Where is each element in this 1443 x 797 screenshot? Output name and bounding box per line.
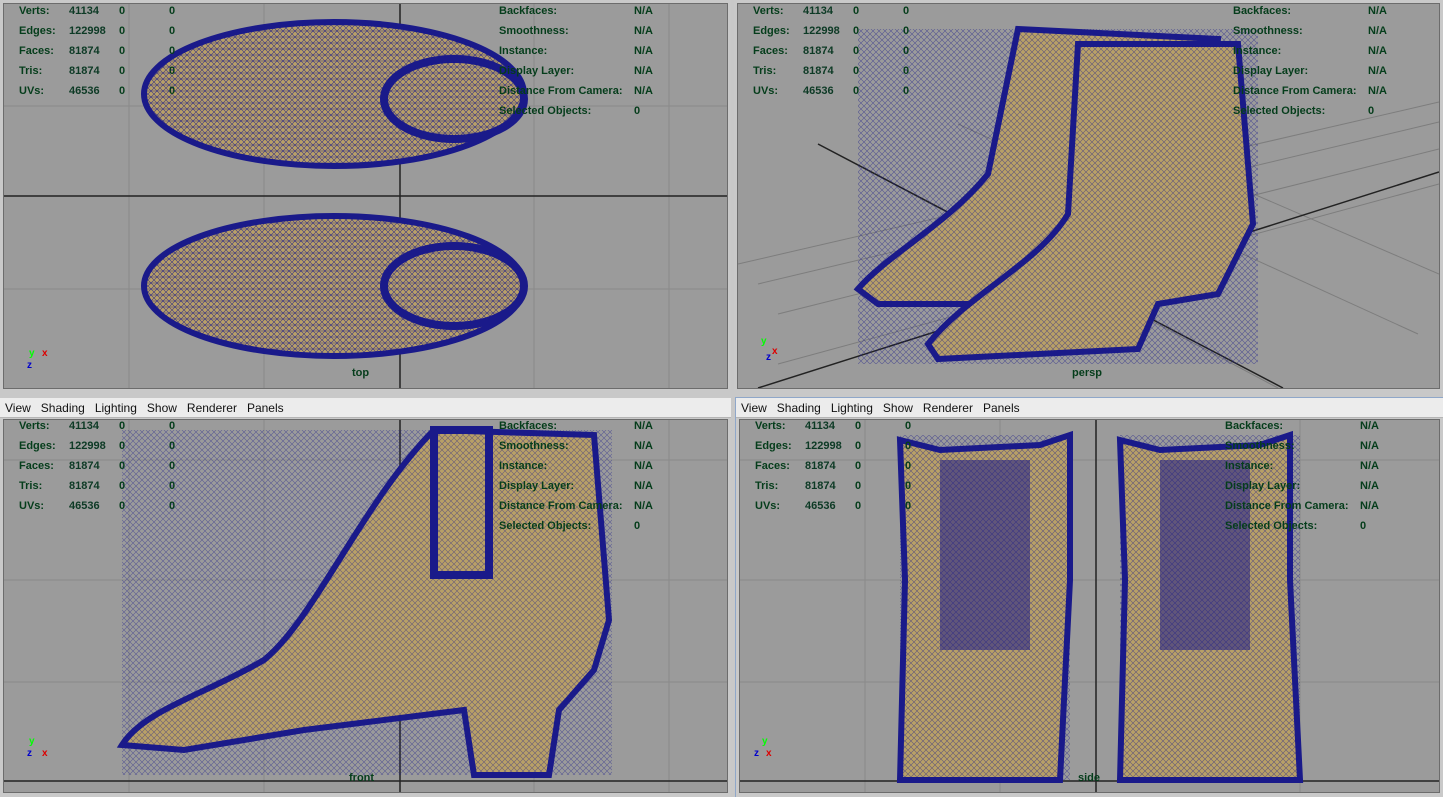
- viewport-panel-persp[interactable]: Verts: 41134 0 0 Edges: 122998 0 0 Faces: 81874…: [734, 0, 1443, 390]
- viewport-front[interactable]: Verts: 41134 0 0 Edges: 122998 0 0 Faces: 81874…: [3, 419, 728, 793]
- camera-label: top: [352, 367, 370, 379]
- camera-label: persp: [1072, 367, 1102, 379]
- menu-shading[interactable]: Shading: [41, 401, 85, 415]
- camera-label: side: [1078, 772, 1101, 784]
- viewport-panel-side[interactable]: View Shading Lighting Show Renderer Pane…: [735, 397, 1443, 797]
- panel-menubar: View Shading Lighting Show Renderer Pane…: [736, 398, 1443, 418]
- menu-panels[interactable]: Panels: [983, 401, 1020, 415]
- menu-shading[interactable]: Shading: [777, 401, 821, 415]
- axis-gizmo: y z x: [27, 736, 48, 759]
- menu-show[interactable]: Show: [147, 401, 177, 415]
- viewport-side[interactable]: Verts: 41134 0 0 Edges: 122998 0 0 Faces: 81874…: [739, 419, 1440, 793]
- hud-info: Backfaces: N/A Smoothness: N/A Instance: N/…: [499, 420, 653, 532]
- menu-renderer[interactable]: Renderer: [923, 401, 973, 415]
- hud-stats: Verts: 41134 0 0 Edges: 122998 0 0 Faces: 81874…: [753, 5, 910, 97]
- axis-gizmo: y z x: [754, 736, 772, 759]
- menu-view[interactable]: View: [741, 401, 767, 415]
- hud-info: Backfaces: N/A Smoothness: N/A Instance: N/…: [1233, 5, 1387, 117]
- axis-gizmo: y x z: [27, 348, 48, 371]
- menu-renderer[interactable]: Renderer: [187, 401, 237, 415]
- axis-gizmo: y x z: [761, 336, 778, 363]
- menu-lighting[interactable]: Lighting: [95, 401, 137, 415]
- viewport-top[interactable]: Verts: 41134 0 0 Edges: 122998 0 0 Faces: 81874…: [3, 3, 728, 389]
- menu-panels[interactable]: Panels: [247, 401, 284, 415]
- menu-show[interactable]: Show: [883, 401, 913, 415]
- hud-stats: Verts: 41134 0 0 Edges: 122998 0 0 Faces: 81874…: [19, 420, 176, 512]
- panel-menubar: View Shading Lighting Show Renderer Pane…: [0, 398, 731, 418]
- camera-label: front: [349, 772, 375, 784]
- boot-mesh-top-lower: [141, 213, 528, 359]
- viewport-panel-top[interactable]: Verts: 41134 0 0 Edges: 122998 0 0 Faces: 81874…: [0, 0, 731, 390]
- viewport-persp[interactable]: Verts: 41134 0 0 Edges: 122998 0 0 Faces: 81874…: [737, 3, 1440, 389]
- hud-stats: Verts: 41134 0 0 Edges: 122998 0 0 Faces: 81874…: [19, 5, 176, 97]
- hud-info: Backfaces: N/A Smoothness: N/A Instance: N/…: [499, 5, 653, 117]
- hud-stats: Verts: 41134 0 0 Edges: 122998 0 0 Faces: 81874…: [755, 420, 912, 512]
- hud-info: Backfaces: N/A Smoothness: N/A Instance: N/…: [1225, 420, 1379, 532]
- menu-view[interactable]: View: [5, 401, 31, 415]
- viewport-panel-front[interactable]: View Shading Lighting Show Renderer Pane…: [0, 398, 731, 797]
- menu-lighting[interactable]: Lighting: [831, 401, 873, 415]
